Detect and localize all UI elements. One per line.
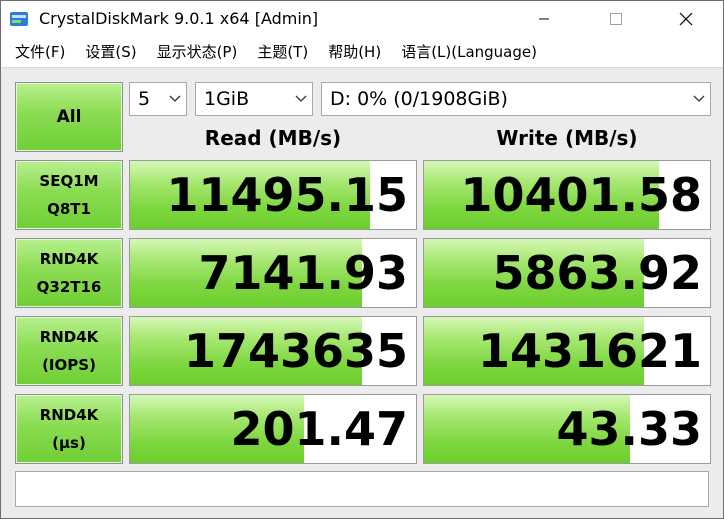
menu-display-status[interactable]: 显示状态(P) (147, 37, 248, 67)
row-label-line2: (μs) (52, 434, 86, 452)
menu-help[interactable]: 帮助(H) (318, 37, 391, 67)
write-result-value: 10401.58 (460, 168, 702, 222)
menu-settings[interactable]: 设置(S) (75, 37, 146, 67)
close-button[interactable] (663, 1, 709, 37)
chevron-down-icon (164, 95, 186, 103)
row-label-line2: Q32T16 (36, 278, 102, 296)
write-result-seq1m: 10401.58 (423, 160, 711, 230)
menu-bar: 文件(F) 设置(S) 显示状态(P) 主题(T) 帮助(H) 语言(L)(La… (1, 37, 723, 67)
write-result-rnd4k-q32t16: 5863.92 (423, 238, 711, 308)
menu-theme[interactable]: 主题(T) (247, 37, 318, 67)
write-result-value: 5863.92 (492, 246, 702, 300)
minimize-button[interactable] (521, 1, 567, 37)
chevron-down-icon (290, 95, 312, 103)
row-label-line1: RND4K (39, 406, 99, 424)
test-count-select[interactable]: 5 (129, 82, 187, 116)
read-result-rnd4k-iops: 1743635 (129, 316, 417, 386)
menu-file[interactable]: 文件(F) (5, 37, 75, 67)
rnd4k-latency-button[interactable]: RND4K (μs) (15, 394, 123, 464)
all-button[interactable]: All (15, 82, 123, 152)
read-column-header: Read (MB/s) (204, 126, 342, 150)
title-bar[interactable]: CrystalDiskMark 9.0.1 x64 [Admin] (1, 1, 723, 37)
row-label-line1: RND4K (39, 250, 99, 268)
rnd4k-iops-button[interactable]: RND4K (IOPS) (15, 316, 123, 386)
close-icon (679, 12, 693, 26)
drive-select[interactable]: D: 0% (0/1908GiB) (321, 82, 711, 116)
crystaldiskmark-app-icon (10, 12, 28, 26)
test-size-select[interactable]: 1GiB (195, 82, 313, 116)
write-result-value: 43.33 (556, 402, 702, 456)
drive-value: D: 0% (0/1908GiB) (330, 88, 508, 110)
maximize-icon (610, 13, 622, 25)
row-label-line1: RND4K (39, 328, 99, 346)
menu-language[interactable]: 语言(L)(Language) (391, 37, 547, 67)
window-title: CrystalDiskMark 9.0.1 x64 [Admin] (39, 9, 319, 28)
read-result-value: 7141.93 (198, 246, 408, 300)
write-column-header: Write (MB/s) (496, 126, 638, 150)
read-result-seq1m: 11495.15 (129, 160, 417, 230)
all-button-label: All (56, 107, 82, 127)
chevron-down-icon (688, 95, 710, 103)
comment-field[interactable] (15, 471, 709, 507)
maximize-button[interactable] (593, 1, 639, 37)
row-label-line2: (IOPS) (42, 356, 96, 374)
minimize-icon (539, 18, 549, 20)
rnd4k-q32t16-button[interactable]: RND4K Q32T16 (15, 238, 123, 308)
main-panel: All 5 1GiB D: 0% (0/1908GiB) Read (MB/s)… (1, 67, 723, 518)
app-window: CrystalDiskMark 9.0.1 x64 [Admin] 文件(F) … (0, 0, 724, 519)
write-result-rnd4k-iops: 1431621 (423, 316, 711, 386)
read-result-rnd4k-q32t16: 7141.93 (129, 238, 417, 308)
read-result-value: 11495.15 (166, 168, 408, 222)
row-label-line1: SEQ1M (39, 172, 99, 190)
row-label-line2: Q8T1 (47, 200, 91, 218)
write-result-rnd4k-latency: 43.33 (423, 394, 711, 464)
write-result-value: 1431621 (477, 324, 702, 378)
read-result-value: 1743635 (183, 324, 408, 378)
read-result-rnd4k-latency: 201.47 (129, 394, 417, 464)
seq1m-q8t1-button[interactable]: SEQ1M Q8T1 (15, 160, 123, 230)
read-result-value: 201.47 (230, 402, 408, 456)
test-size-value: 1GiB (204, 88, 250, 110)
test-count-value: 5 (138, 88, 151, 110)
